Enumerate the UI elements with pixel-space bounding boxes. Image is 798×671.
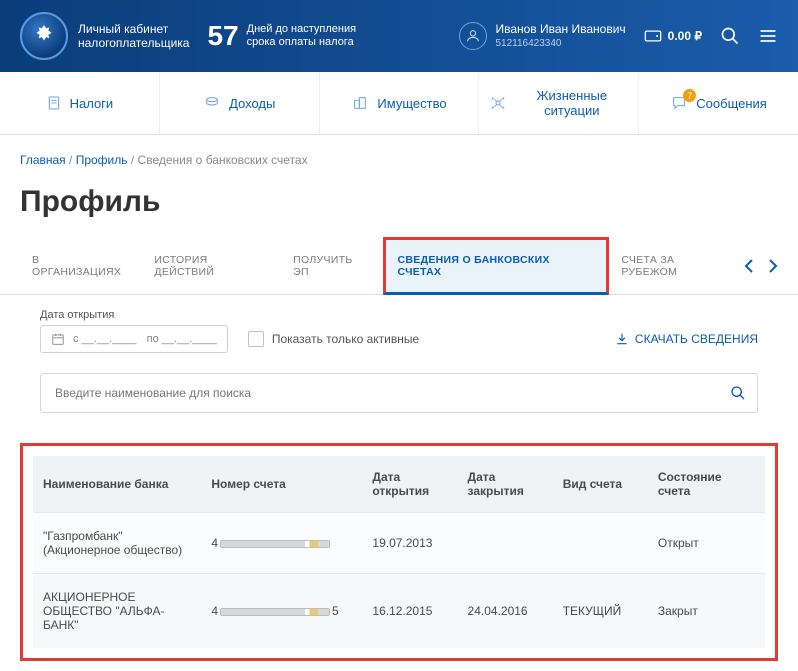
search-input[interactable]	[40, 373, 758, 413]
search-submit-button[interactable]	[730, 385, 746, 401]
cell-closed	[458, 513, 553, 574]
days-caption: Дней до наступления срока оплаты налога	[247, 23, 356, 49]
filter-section: Дата открытия с __.__.____ по __.__.____…	[0, 295, 798, 363]
tab-foreign-accounts[interactable]: СЧЕТА ЗА РУБЕЖОМ	[609, 240, 744, 292]
download-icon	[615, 332, 629, 346]
th-closed[interactable]: Дата закрытия	[458, 456, 553, 513]
cell-account: 4	[201, 513, 362, 574]
eagle-icon	[31, 23, 57, 49]
nav-life-situations[interactable]: Жизненные ситуации	[479, 72, 639, 134]
download-button[interactable]: СКАЧАТЬ СВЕДЕНИЯ	[615, 332, 758, 346]
tab-history[interactable]: ИСТОРИЯ ДЕЙСТВИЙ	[142, 240, 281, 292]
accounts-table: Наименование банка Номер счета Дата откр…	[33, 456, 765, 648]
nav-property[interactable]: Имущество	[320, 72, 480, 134]
accounts-table-wrap: Наименование банка Номер счета Дата откр…	[20, 443, 778, 661]
user-block[interactable]: Иванов Иван Иванович 512116423340	[459, 22, 625, 51]
person-icon	[465, 28, 481, 44]
chat-icon: 7	[670, 95, 688, 111]
nav-income[interactable]: Доходы	[160, 72, 320, 134]
cell-status: Открыт	[648, 513, 765, 574]
search-wrap	[40, 373, 758, 413]
wallet-balance[interactable]: 0.00 ₽	[644, 29, 702, 43]
cell-bank: АКЦИОНЕРНОЕ ОБЩЕСТВО "АЛЬФА-БАНК"	[33, 574, 201, 649]
tab-organizations[interactable]: В ОРГАНИЗАЦИЯХ	[20, 240, 142, 292]
user-id: 512116423340	[495, 37, 625, 50]
cell-type: ТЕКУЩИЙ	[553, 574, 648, 649]
logo-emblem	[20, 12, 68, 60]
table-header-row: Наименование банка Номер счета Дата откр…	[33, 456, 765, 513]
nav-messages[interactable]: 7 Сообщения	[639, 72, 798, 134]
th-account[interactable]: Номер счета	[201, 456, 362, 513]
tab-get-signature[interactable]: ПОЛУЧИТЬ ЭП	[281, 240, 382, 292]
masked-account-icon	[220, 608, 330, 616]
receipt-icon	[46, 95, 62, 111]
tab-scroll-left[interactable]	[744, 259, 754, 273]
days-number: 57	[207, 20, 238, 52]
days-counter: 57 Дней до наступления срока оплаты нало…	[207, 20, 356, 52]
messages-badge: 7	[683, 89, 696, 102]
chevron-right-icon	[768, 259, 778, 273]
user-name: Иванов Иван Иванович	[495, 22, 625, 38]
site-title: Личный кабинет налогоплательщика	[78, 22, 189, 51]
building-icon	[351, 95, 369, 111]
masked-account-icon	[220, 540, 330, 548]
search-icon	[720, 26, 740, 46]
breadcrumb-current: Сведения о банковских счетах	[138, 153, 308, 167]
th-type[interactable]: Вид счета	[553, 456, 648, 513]
table-row[interactable]: "Газпромбанк" (Акционерное общество) 4 1…	[33, 513, 765, 574]
tab-scroll-right[interactable]	[768, 259, 778, 273]
th-opened[interactable]: Дата открытия	[362, 456, 457, 513]
cell-status: Закрыт	[648, 574, 765, 649]
th-bank[interactable]: Наименование банка	[33, 456, 201, 513]
breadcrumb-profile[interactable]: Профиль	[76, 153, 128, 167]
cell-bank: "Газпромбанк" (Акционерное общество)	[33, 513, 201, 574]
checkbox-box	[248, 331, 264, 347]
main-nav: Налоги Доходы Имущество Жизненные ситуац…	[0, 72, 798, 135]
cell-opened: 19.07.2013	[362, 513, 457, 574]
cell-type	[553, 513, 648, 574]
breadcrumb-home[interactable]: Главная	[20, 153, 66, 167]
network-icon	[489, 95, 507, 111]
tab-bank-accounts[interactable]: СВЕДЕНИЯ О БАНКОВСКИХ СЧЕТАХ	[383, 237, 610, 295]
coins-icon	[203, 95, 221, 111]
user-info: Иванов Иван Иванович 512116423340	[495, 22, 625, 51]
active-only-checkbox[interactable]: Показать только активные	[248, 331, 419, 347]
breadcrumb: Главная / Профиль / Сведения о банковски…	[0, 135, 798, 175]
header-search-button[interactable]	[720, 26, 740, 46]
cell-opened: 16.12.2015	[362, 574, 457, 649]
logo-block[interactable]: Личный кабинет налогоплательщика	[20, 12, 189, 60]
user-avatar-icon	[459, 22, 487, 50]
wallet-icon	[644, 29, 662, 43]
page-title: Профиль	[0, 175, 798, 237]
th-status[interactable]: Состояние счета	[648, 456, 765, 513]
calendar-icon	[51, 332, 65, 346]
chevron-left-icon	[744, 259, 754, 273]
hamburger-icon	[758, 26, 778, 46]
cell-account: 45	[201, 574, 362, 649]
nav-taxes[interactable]: Налоги	[0, 72, 160, 134]
header-menu-button[interactable]	[758, 26, 778, 46]
profile-tabs: В ОРГАНИЗАЦИЯХ ИСТОРИЯ ДЕЙСТВИЙ ПОЛУЧИТЬ…	[0, 237, 798, 295]
tab-scroll-arrows	[744, 259, 778, 273]
search-icon	[730, 385, 746, 401]
date-range-input[interactable]: с __.__.____ по __.__.____	[40, 325, 228, 353]
table-row[interactable]: АКЦИОНЕРНОЕ ОБЩЕСТВО "АЛЬФА-БАНК" 45 16.…	[33, 574, 765, 649]
header: Личный кабинет налогоплательщика 57 Дней…	[0, 0, 798, 72]
date-filter-label: Дата открытия	[40, 309, 758, 321]
cell-closed: 24.04.2016	[458, 574, 553, 649]
